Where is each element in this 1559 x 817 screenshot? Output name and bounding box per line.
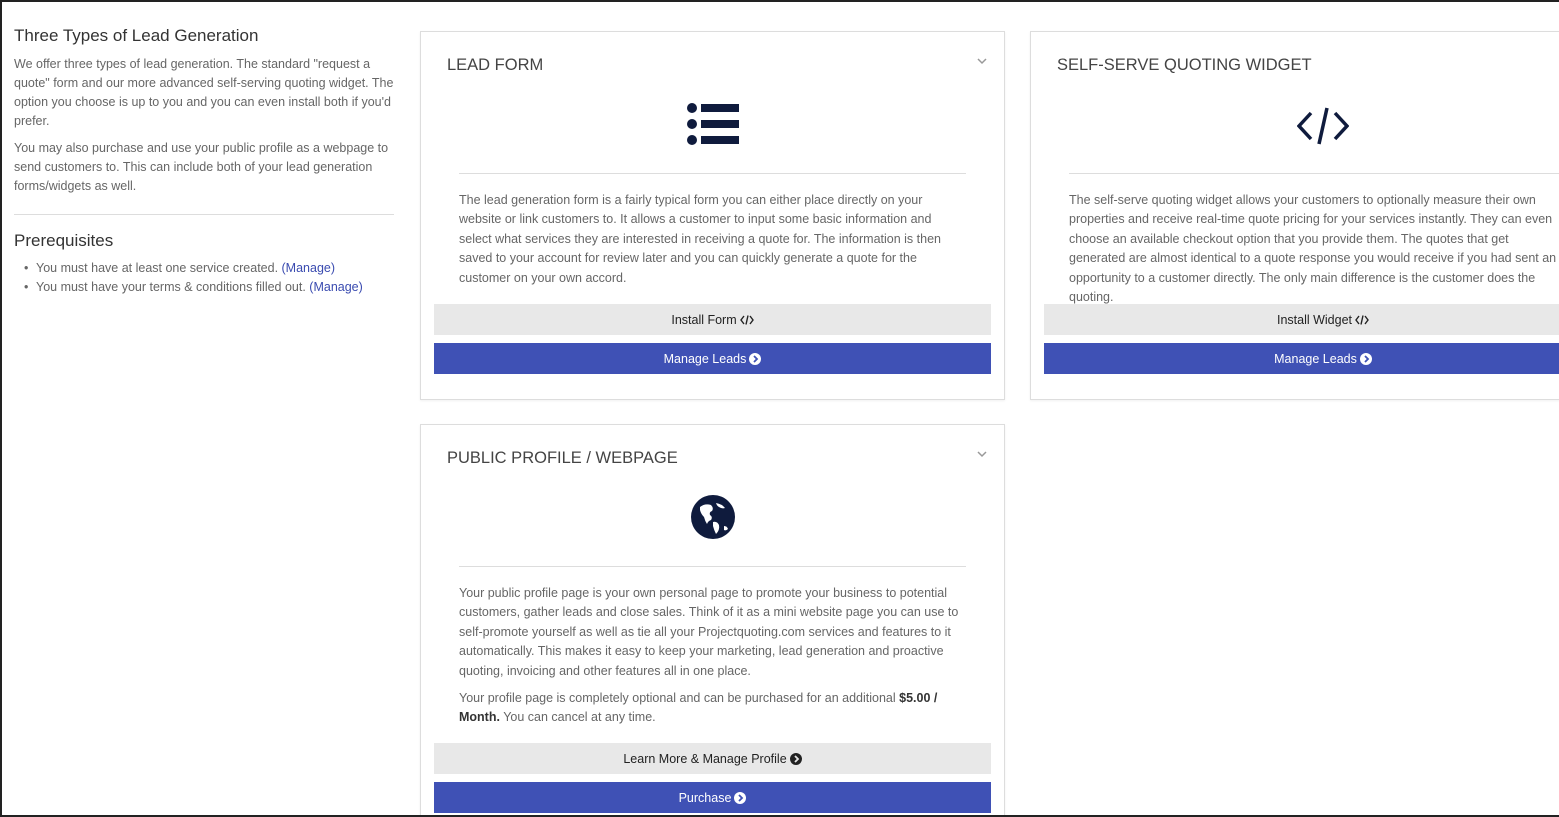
divider bbox=[459, 173, 966, 174]
quoting-widget-card: SELF-SERVE QUOTING WIDGET The self-serve… bbox=[1030, 31, 1559, 400]
profile-pricing-note: Your profile page is completely optional… bbox=[459, 691, 938, 725]
arrow-circle-right-icon bbox=[734, 791, 747, 804]
profile-description: Your public profile page is your own per… bbox=[459, 586, 959, 678]
prerequisites-title: Prerequisites bbox=[14, 231, 114, 250]
sidebar: Three Types of Lead Generation We offer … bbox=[14, 26, 394, 297]
page-frame: Three Types of Lead Generation We offer … bbox=[0, 0, 1559, 817]
card-description: The self-serve quoting widget allows you… bbox=[1069, 193, 1557, 305]
divider bbox=[459, 566, 966, 567]
manage-leads-button[interactable]: Manage Leads bbox=[1044, 343, 1559, 374]
sidebar-title: Three Types of Lead Generation bbox=[14, 26, 259, 45]
arrow-circle-right-icon bbox=[789, 752, 802, 765]
card-title: SELF-SERVE QUOTING WIDGET bbox=[1057, 56, 1312, 74]
chevron-down-icon[interactable] bbox=[976, 55, 988, 67]
install-form-button[interactable]: Install Form bbox=[434, 304, 991, 335]
lead-form-card: LEAD FORM The lead generation form is a … bbox=[420, 31, 1005, 400]
public-profile-card: PUBLIC PROFILE / WEBPAGE Your public pro… bbox=[420, 424, 1005, 815]
code-icon bbox=[739, 314, 754, 325]
code-icon bbox=[1297, 107, 1349, 145]
card-description: Your public profile page is your own per… bbox=[459, 584, 966, 736]
prereq-item-terms: You must have your terms & conditions fi… bbox=[14, 278, 394, 297]
chevron-down-icon[interactable] bbox=[976, 448, 988, 460]
manage-terms-link[interactable]: (Manage) bbox=[309, 280, 363, 294]
learn-more-manage-profile-button[interactable]: Learn More & Manage Profile bbox=[434, 743, 991, 774]
prereq-item-service: You must have at least one service creat… bbox=[14, 259, 394, 278]
code-icon bbox=[1355, 314, 1369, 325]
prerequisites-list: You must have at least one service creat… bbox=[14, 259, 394, 297]
divider bbox=[1069, 173, 1559, 174]
globe-icon bbox=[690, 495, 735, 539]
divider bbox=[14, 214, 394, 215]
manage-leads-button[interactable]: Manage Leads bbox=[434, 343, 991, 374]
card-description: The lead generation form is a fairly typ… bbox=[459, 193, 941, 285]
intro-paragraph-2: You may also purchase and use your publi… bbox=[14, 141, 389, 193]
manage-services-link[interactable]: (Manage) bbox=[282, 261, 336, 275]
purchase-button[interactable]: Purchase bbox=[434, 782, 991, 813]
list-icon bbox=[686, 103, 739, 145]
intro-paragraph-1: We offer three types of lead generation.… bbox=[14, 57, 394, 128]
arrow-circle-right-icon bbox=[1359, 352, 1372, 365]
card-title: LEAD FORM bbox=[447, 56, 544, 74]
card-title: PUBLIC PROFILE / WEBPAGE bbox=[447, 449, 678, 467]
install-widget-button[interactable]: Install Widget bbox=[1044, 304, 1559, 335]
arrow-circle-right-icon bbox=[749, 352, 762, 365]
